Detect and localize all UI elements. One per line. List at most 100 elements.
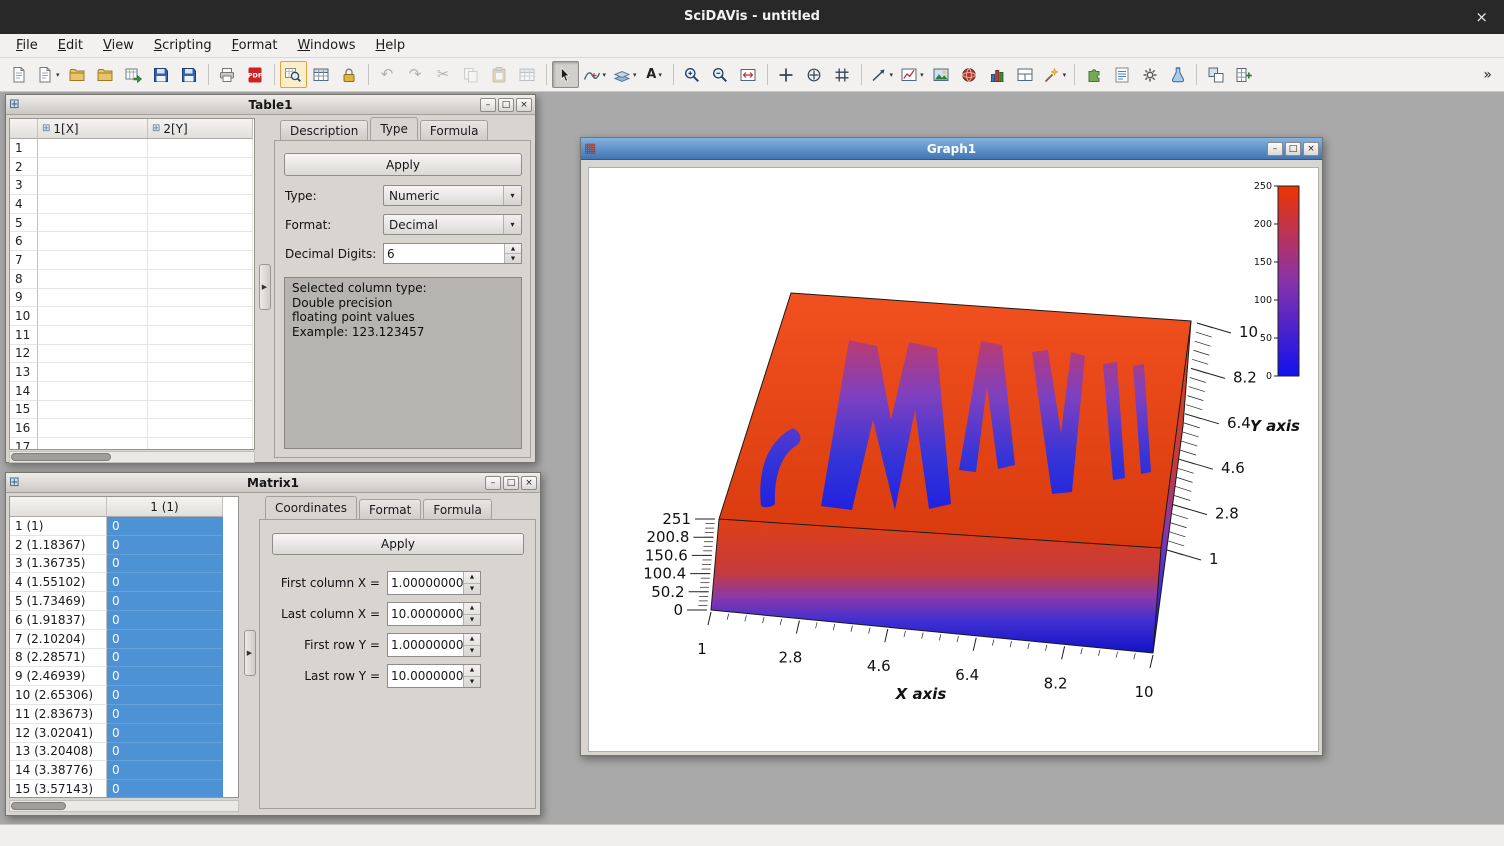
table-cell[interactable] xyxy=(38,251,148,270)
add-layer-button[interactable] xyxy=(1012,61,1039,88)
add-text-dropdown[interactable]: A▾ xyxy=(641,61,668,88)
zoom-in-button[interactable] xyxy=(679,61,706,88)
notes-button[interactable] xyxy=(1108,61,1135,88)
table-cell[interactable] xyxy=(148,363,253,382)
tab-formula[interactable]: Formula xyxy=(420,120,489,140)
plot-wizard-dropdown[interactable]: ▾ xyxy=(1040,61,1070,88)
table-cell[interactable] xyxy=(148,345,253,364)
minimize-icon[interactable]: – xyxy=(485,476,501,490)
row-number[interactable]: 17 xyxy=(10,438,38,450)
table-cell[interactable] xyxy=(38,139,148,158)
apply-button[interactable]: Apply xyxy=(284,153,522,176)
matrix1-titlebar[interactable]: ⊞ Matrix1 – □ × xyxy=(6,473,540,493)
table1-titlebar[interactable]: ⊞ Table1 – □ × xyxy=(6,95,535,115)
open-project-button[interactable] xyxy=(64,61,91,88)
draw-arrow-dropdown[interactable]: ▾ xyxy=(867,61,897,88)
table-cell[interactable] xyxy=(148,307,253,326)
table-cell[interactable] xyxy=(148,195,253,214)
print-button[interactable] xyxy=(214,61,241,88)
3d-surface-plot[interactable]: 12.84.66.48.210X axis12.84.66.48.210Y ax… xyxy=(589,168,1318,751)
matrix-row-header[interactable]: 10 (2.65306) xyxy=(10,686,107,705)
scrollbar-thumb[interactable] xyxy=(11,453,111,461)
spin-down-icon[interactable]: ▼ xyxy=(464,584,480,595)
table-cell[interactable] xyxy=(148,214,253,233)
row-number[interactable]: 1 xyxy=(10,139,38,158)
save-project-as-button[interactable] xyxy=(176,61,203,88)
row-number[interactable]: 9 xyxy=(10,289,38,308)
matrix-row-header[interactable]: 1 (1) xyxy=(10,517,107,536)
row-number[interactable]: 2 xyxy=(10,158,38,177)
matrix1-column-header[interactable]: 1 (1) xyxy=(107,497,223,517)
table-cell[interactable] xyxy=(38,176,148,195)
table-cell[interactable] xyxy=(38,289,148,308)
spin-up-icon[interactable]: ▲ xyxy=(464,603,480,615)
matrix-cell-selected[interactable]: 0 xyxy=(107,517,223,536)
table-cell[interactable] xyxy=(148,289,253,308)
spinner-value[interactable]: 10.0000000 xyxy=(388,665,463,687)
table-cell[interactable] xyxy=(148,401,253,420)
menu-file[interactable]: File xyxy=(6,35,48,56)
row-number[interactable]: 16 xyxy=(10,419,38,438)
table-cell[interactable] xyxy=(148,438,253,450)
matrix-row-header[interactable]: 7 (2.10204) xyxy=(10,630,107,649)
pointer-tool-button[interactable] xyxy=(552,61,579,88)
screen-reader-dropdown[interactable]: ▾ xyxy=(610,61,640,88)
row-number[interactable]: 3 xyxy=(10,176,38,195)
new-project-button[interactable] xyxy=(5,61,32,88)
table-cell[interactable] xyxy=(148,326,253,345)
table-cell[interactable] xyxy=(38,363,148,382)
spin-down-icon[interactable]: ▼ xyxy=(464,615,480,626)
matrix-cell-selected[interactable]: 0 xyxy=(107,743,223,762)
close-icon[interactable]: × xyxy=(516,98,532,112)
matrix1-hscrollbar[interactable] xyxy=(9,800,239,812)
decimal-digits-spinner[interactable]: 6 ▲ ▼ xyxy=(383,243,522,264)
tab-description[interactable]: Description xyxy=(280,120,368,140)
last-row-y-spinner[interactable]: 10.0000000 ▲ ▼ xyxy=(387,664,481,688)
format-combobox[interactable]: Decimal ▾ xyxy=(383,214,522,235)
app-close-icon[interactable]: × xyxy=(1475,0,1488,34)
table-cell[interactable] xyxy=(38,232,148,251)
row-number[interactable]: 15 xyxy=(10,401,38,420)
table-cell[interactable] xyxy=(148,251,253,270)
spin-up-icon[interactable]: ▲ xyxy=(464,665,480,677)
type-combobox[interactable]: Numeric ▾ xyxy=(383,185,522,206)
graph1-titlebar[interactable]: ▦ Graph1 – □ × xyxy=(581,138,1322,160)
matrix-row-header[interactable]: 11 (2.83673) xyxy=(10,705,107,724)
new-window-dropdown[interactable]: ▾ xyxy=(33,61,63,88)
spin-down-icon[interactable]: ▼ xyxy=(505,254,521,263)
matrix-cell-selected[interactable]: 0 xyxy=(107,761,223,780)
minimize-icon[interactable]: – xyxy=(1267,142,1283,156)
maximize-icon[interactable]: □ xyxy=(1285,142,1301,156)
maximize-icon[interactable]: □ xyxy=(498,98,514,112)
matrix-cell-selected[interactable]: 0 xyxy=(107,686,223,705)
export-pdf-button[interactable]: PDF xyxy=(242,61,269,88)
matrix-row-header[interactable]: 5 (1.73469) xyxy=(10,592,107,611)
close-icon[interactable]: × xyxy=(521,476,537,490)
tab-formula[interactable]: Formula xyxy=(423,499,492,519)
spinner-value[interactable]: 1.00000000 xyxy=(388,634,463,656)
table-cell[interactable] xyxy=(148,419,253,438)
matrix-row-header[interactable]: 2 (1.18367) xyxy=(10,536,107,555)
row-number[interactable]: 7 xyxy=(10,251,38,270)
first-row-y-spinner[interactable]: 1.00000000 ▲ ▼ xyxy=(387,633,481,657)
find-window-button[interactable] xyxy=(280,61,307,88)
menu-windows[interactable]: Windows xyxy=(287,35,365,56)
table1-column-header-y[interactable]: ⊞ 2[Y] xyxy=(148,119,253,139)
plot-bars-button[interactable] xyxy=(984,61,1011,88)
matrix-row-header[interactable]: 4 (1.55102) xyxy=(10,573,107,592)
chevron-down-icon[interactable]: ▾ xyxy=(503,186,521,205)
table-cell[interactable] xyxy=(148,232,253,251)
spin-down-icon[interactable]: ▼ xyxy=(464,677,480,688)
table-cell[interactable] xyxy=(148,158,253,177)
matrix1-corner-cell[interactable] xyxy=(10,497,107,517)
table-cell[interactable] xyxy=(38,419,148,438)
row-number[interactable]: 11 xyxy=(10,326,38,345)
row-number[interactable]: 5 xyxy=(10,214,38,233)
add-function-curve-dropdown[interactable]: ▾ xyxy=(897,61,927,88)
matrix-cell-selected[interactable]: 0 xyxy=(107,705,223,724)
matrix-row-header[interactable]: 12 (3.02041) xyxy=(10,724,107,743)
zoom-out-button[interactable] xyxy=(707,61,734,88)
table-cell[interactable] xyxy=(38,382,148,401)
table-cell[interactable] xyxy=(38,401,148,420)
tab-coordinates[interactable]: Coordinates xyxy=(265,496,357,519)
